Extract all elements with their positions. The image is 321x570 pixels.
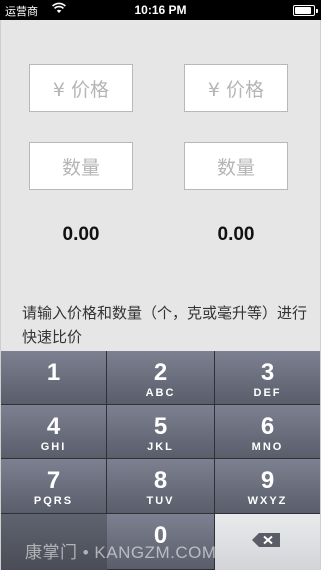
key-3[interactable]: 3 DEF <box>215 351 320 405</box>
backspace-icon <box>252 533 280 547</box>
key-8-number: 8 <box>153 467 168 494</box>
key-2-letters: ABC <box>145 387 176 399</box>
left-quantity-placeholder: 数量 <box>61 156 100 179</box>
key-4[interactable]: 4 GHI <box>1 405 107 459</box>
app-screen: 运营商 10:16 PM ¥ 价格 ¥ 价格 数量 数量 0.00 0.00 请… <box>0 0 321 570</box>
key-9-letters: WXYZ <box>247 495 288 507</box>
key-5-number: 5 <box>153 413 168 440</box>
right-price-placeholder: ¥ 价格 <box>207 78 265 101</box>
left-quantity-input[interactable]: 数量 <box>29 142 133 190</box>
right-quantity-placeholder: 数量 <box>216 156 255 179</box>
compare-panel: ¥ 价格 ¥ 价格 数量 数量 0.00 0.00 请输入价格和数量（个，克或毫… <box>1 20 320 351</box>
key-7-letters: PQRS <box>33 495 74 507</box>
left-price-input[interactable]: ¥ 价格 <box>29 64 133 112</box>
key-8-letters: TUV <box>146 495 175 507</box>
status-time: 10:16 PM <box>134 3 187 17</box>
key-9-number: 9 <box>260 467 275 494</box>
key-5-letters: JKL <box>147 441 174 453</box>
hint-text: 请输入价格和数量（个，克或毫升等）进行快速比价 <box>22 304 308 346</box>
key-6-letters: MNO <box>251 441 284 453</box>
battery-icon <box>293 5 318 16</box>
right-quantity-input[interactable]: 数量 <box>184 142 288 190</box>
key-2[interactable]: 2 ABC <box>107 351 215 405</box>
delete-key[interactable] <box>215 514 320 570</box>
key-3-number: 3 <box>260 359 275 386</box>
right-price-input[interactable]: ¥ 价格 <box>184 64 288 112</box>
key-6-number: 6 <box>260 413 275 440</box>
key-4-letters: GHI <box>40 441 67 453</box>
right-unit-price: 0.00 <box>217 224 255 245</box>
key-7-number: 7 <box>46 467 61 494</box>
key-5[interactable]: 5 JKL <box>107 405 215 459</box>
key-1[interactable]: 1 <box>1 351 107 405</box>
status-bar: 运营商 10:16 PM <box>0 0 321 20</box>
watermark: 康掌门 • KANGZM.COM <box>25 543 217 562</box>
key-8[interactable]: 8 TUV <box>107 459 215 514</box>
left-unit-price: 0.00 <box>62 224 100 245</box>
key-1-number: 1 <box>46 359 61 386</box>
key-2-number: 2 <box>153 359 168 386</box>
key-3-letters: DEF <box>253 387 282 399</box>
key-6[interactable]: 6 MNO <box>215 405 320 459</box>
key-7[interactable]: 7 PQRS <box>1 459 107 514</box>
key-4-number: 4 <box>46 413 61 440</box>
key-9[interactable]: 9 WXYZ <box>215 459 320 514</box>
left-price-placeholder: ¥ 价格 <box>52 78 110 101</box>
